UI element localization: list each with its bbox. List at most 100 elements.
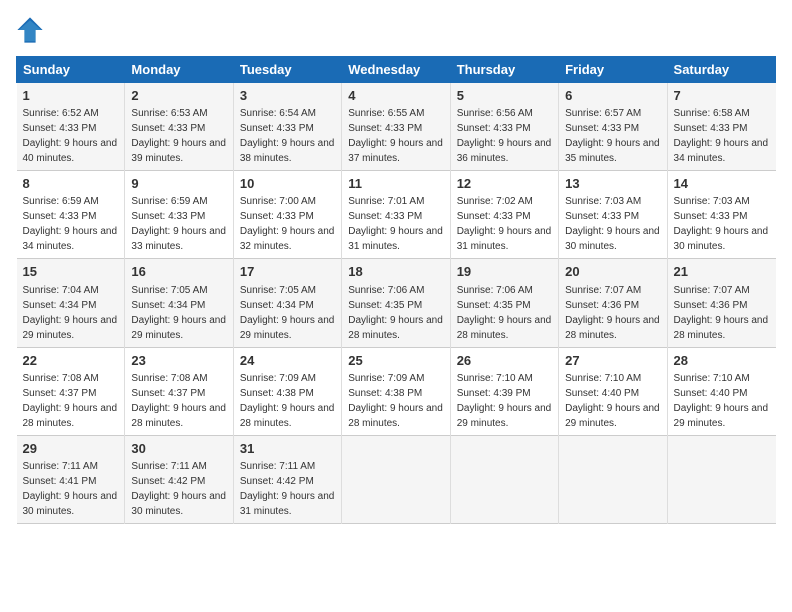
sunrise-text: Sunrise: 7:11 AMSunset: 4:42 PMDaylight:… [131, 461, 226, 517]
sunrise-text: Sunrise: 7:01 AMSunset: 4:33 PMDaylight:… [348, 196, 443, 252]
day-number: 5 [457, 87, 552, 105]
week-row-4: 22 Sunrise: 7:08 AMSunset: 4:37 PMDayligh… [17, 347, 776, 435]
cell-3-5: 19 Sunrise: 7:06 AMSunset: 4:35 PMDayligh… [450, 259, 558, 347]
day-number: 12 [457, 175, 552, 193]
day-number: 27 [565, 352, 660, 370]
day-number: 30 [131, 440, 226, 458]
sunrise-text: Sunrise: 6:52 AMSunset: 4:33 PMDaylight:… [23, 108, 118, 164]
sunrise-text: Sunrise: 6:54 AMSunset: 4:33 PMDaylight:… [240, 108, 335, 164]
page-container: SundayMondayTuesdayWednesdayThursdayFrid… [0, 0, 792, 532]
col-header-wednesday: Wednesday [342, 57, 450, 83]
cell-5-5 [450, 435, 558, 523]
col-header-monday: Monday [125, 57, 233, 83]
sunrise-text: Sunrise: 6:53 AMSunset: 4:33 PMDaylight:… [131, 108, 226, 164]
week-row-3: 15 Sunrise: 7:04 AMSunset: 4:34 PMDayligh… [17, 259, 776, 347]
col-header-thursday: Thursday [450, 57, 558, 83]
cell-4-3: 24Sunrise: 7:09 AMSunset: 4:38 PMDayligh… [233, 347, 341, 435]
sunrise-text: Sunrise: 7:10 AMSunset: 4:40 PMDaylight:… [565, 373, 660, 429]
sunrise-text: Sunrise: 6:57 AMSunset: 4:33 PMDaylight:… [565, 108, 660, 164]
sunrise-text: Sunrise: 7:02 AMSunset: 4:33 PMDaylight:… [457, 196, 552, 252]
calendar-table: SundayMondayTuesdayWednesdayThursdayFrid… [16, 56, 776, 524]
day-number: 11 [348, 175, 443, 193]
week-row-1: 1 Sunrise: 6:52 AMSunset: 4:33 PMDaylight… [17, 83, 776, 171]
cell-1-4: 4 Sunrise: 6:55 AMSunset: 4:33 PMDaylight… [342, 83, 450, 171]
day-number: 19 [457, 263, 552, 281]
cell-1-3: 3 Sunrise: 6:54 AMSunset: 4:33 PMDaylight… [233, 83, 341, 171]
sunrise-text: Sunrise: 6:58 AMSunset: 4:33 PMDaylight:… [674, 108, 769, 164]
cell-5-3: 31 Sunrise: 7:11 AMSunset: 4:42 PMDayligh… [233, 435, 341, 523]
sunrise-text: Sunrise: 6:59 AMSunset: 4:33 PMDaylight:… [131, 196, 226, 252]
sunrise-text: Sunrise: 7:09 AMSunset: 4:38 PMDaylight:… [348, 373, 443, 429]
day-number: 29 [23, 440, 119, 458]
cell-3-3: 17Sunrise: 7:05 AMSunset: 4:34 PMDayligh… [233, 259, 341, 347]
col-header-saturday: Saturday [667, 57, 775, 83]
cell-4-4: 25 Sunrise: 7:09 AMSunset: 4:38 PMDayligh… [342, 347, 450, 435]
day-number: 21 [674, 263, 770, 281]
cell-2-2: 9 Sunrise: 6:59 AMSunset: 4:33 PMDaylight… [125, 171, 233, 259]
cell-1-5: 5 Sunrise: 6:56 AMSunset: 4:33 PMDaylight… [450, 83, 558, 171]
cell-5-6 [559, 435, 667, 523]
day-number: 25 [348, 352, 443, 370]
sunrise-text: Sunrise: 7:11 AMSunset: 4:41 PMDaylight:… [23, 461, 118, 517]
sunrise-text: Sunrise: 7:09 AMSunset: 4:38 PMDaylight:… [240, 373, 335, 429]
sunrise-text: Sunrise: 7:03 AMSunset: 4:33 PMDaylight:… [674, 196, 769, 252]
day-number: 20 [565, 263, 660, 281]
cell-4-5: 26 Sunrise: 7:10 AMSunset: 4:39 PMDayligh… [450, 347, 558, 435]
cell-1-6: 6 Sunrise: 6:57 AMSunset: 4:33 PMDaylight… [559, 83, 667, 171]
day-number: 6 [565, 87, 660, 105]
sunrise-text: Sunrise: 7:07 AMSunset: 4:36 PMDaylight:… [674, 285, 769, 341]
sunrise-text: Sunrise: 7:08 AMSunset: 4:37 PMDaylight:… [23, 373, 118, 429]
day-number: 2 [131, 87, 226, 105]
cell-5-2: 30 Sunrise: 7:11 AMSunset: 4:42 PMDayligh… [125, 435, 233, 523]
day-number: 9 [131, 175, 226, 193]
sunrise-text: Sunrise: 7:06 AMSunset: 4:35 PMDaylight:… [457, 285, 552, 341]
sunrise-text: Sunrise: 7:10 AMSunset: 4:39 PMDaylight:… [457, 373, 552, 429]
header-row: SundayMondayTuesdayWednesdayThursdayFrid… [17, 57, 776, 83]
cell-2-6: 13 Sunrise: 7:03 AMSunset: 4:33 PMDayligh… [559, 171, 667, 259]
cell-5-7 [667, 435, 775, 523]
cell-4-2: 23 Sunrise: 7:08 AMSunset: 4:37 PMDayligh… [125, 347, 233, 435]
day-number: 4 [348, 87, 443, 105]
cell-3-1: 15 Sunrise: 7:04 AMSunset: 4:34 PMDayligh… [17, 259, 125, 347]
day-number: 13 [565, 175, 660, 193]
col-header-friday: Friday [559, 57, 667, 83]
day-number: 15 [23, 263, 119, 281]
col-header-tuesday: Tuesday [233, 57, 341, 83]
sunrise-text: Sunrise: 7:05 AMSunset: 4:34 PMDaylight:… [240, 285, 335, 341]
logo [16, 16, 48, 44]
sunrise-text: Sunrise: 6:59 AMSunset: 4:33 PMDaylight:… [23, 196, 118, 252]
col-header-sunday: Sunday [17, 57, 125, 83]
sunrise-text: Sunrise: 6:56 AMSunset: 4:33 PMDaylight:… [457, 108, 552, 164]
logo-icon [16, 16, 44, 44]
week-row-5: 29 Sunrise: 7:11 AMSunset: 4:41 PMDayligh… [17, 435, 776, 523]
day-number: 7 [674, 87, 770, 105]
cell-3-4: 18 Sunrise: 7:06 AMSunset: 4:35 PMDayligh… [342, 259, 450, 347]
cell-4-7: 28Sunrise: 7:10 AMSunset: 4:40 PMDayligh… [667, 347, 775, 435]
cell-3-2: 16 Sunrise: 7:05 AMSunset: 4:34 PMDayligh… [125, 259, 233, 347]
day-number: 16 [131, 263, 226, 281]
sunrise-text: Sunrise: 7:05 AMSunset: 4:34 PMDaylight:… [131, 285, 226, 341]
day-number: 8 [23, 175, 119, 193]
day-number: 23 [131, 352, 226, 370]
sunrise-text: Sunrise: 7:08 AMSunset: 4:37 PMDaylight:… [131, 373, 226, 429]
day-number: 26 [457, 352, 552, 370]
day-number: 22 [23, 352, 119, 370]
cell-3-6: 20Sunrise: 7:07 AMSunset: 4:36 PMDayligh… [559, 259, 667, 347]
sunrise-text: Sunrise: 7:03 AMSunset: 4:33 PMDaylight:… [565, 196, 660, 252]
cell-2-5: 12 Sunrise: 7:02 AMSunset: 4:33 PMDayligh… [450, 171, 558, 259]
cell-4-1: 22 Sunrise: 7:08 AMSunset: 4:37 PMDayligh… [17, 347, 125, 435]
day-number: 18 [348, 263, 443, 281]
sunrise-text: Sunrise: 6:55 AMSunset: 4:33 PMDaylight:… [348, 108, 443, 164]
day-number: 31 [240, 440, 335, 458]
sunrise-text: Sunrise: 7:11 AMSunset: 4:42 PMDaylight:… [240, 461, 335, 517]
cell-1-7: 7 Sunrise: 6:58 AMSunset: 4:33 PMDaylight… [667, 83, 775, 171]
sunrise-text: Sunrise: 7:00 AMSunset: 4:33 PMDaylight:… [240, 196, 335, 252]
day-number: 3 [240, 87, 335, 105]
cell-5-1: 29 Sunrise: 7:11 AMSunset: 4:41 PMDayligh… [17, 435, 125, 523]
cell-1-2: 2 Sunrise: 6:53 AMSunset: 4:33 PMDaylight… [125, 83, 233, 171]
cell-2-4: 11 Sunrise: 7:01 AMSunset: 4:33 PMDayligh… [342, 171, 450, 259]
sunrise-text: Sunrise: 7:04 AMSunset: 4:34 PMDaylight:… [23, 285, 118, 341]
day-number: 1 [23, 87, 119, 105]
cell-3-7: 21 Sunrise: 7:07 AMSunset: 4:36 PMDayligh… [667, 259, 775, 347]
sunrise-text: Sunrise: 7:06 AMSunset: 4:35 PMDaylight:… [348, 285, 443, 341]
